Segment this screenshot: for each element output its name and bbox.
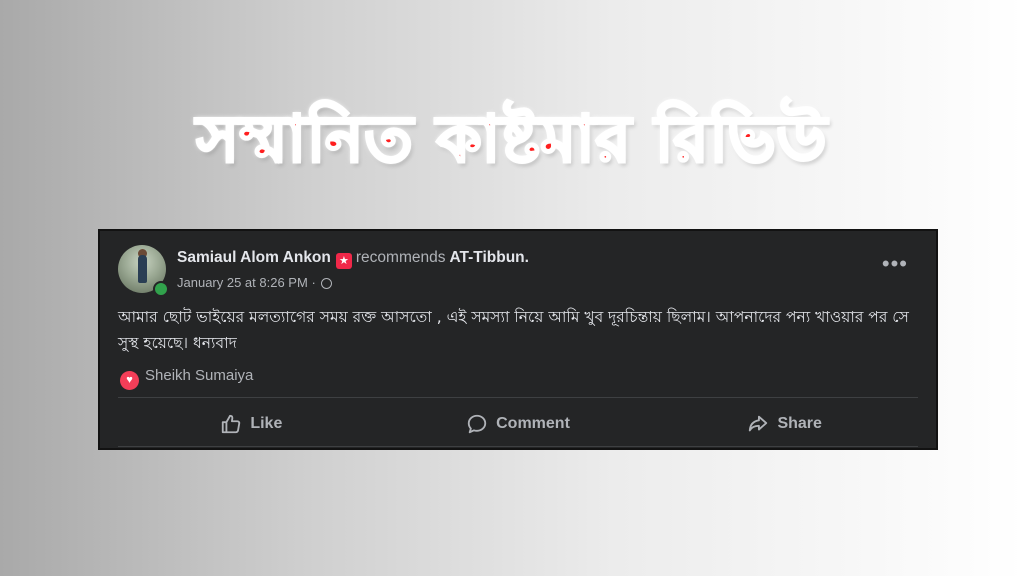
- facebook-post-card: Samiaul Alom Ankon ★ recommends AT-Tibbun. …: [98, 229, 938, 450]
- page-name-link[interactable]: AT-Tibbun.: [449, 249, 529, 266]
- online-status-icon: [153, 281, 169, 297]
- comment-button[interactable]: Comment: [385, 402, 652, 446]
- reaction-summary[interactable]: ♥ Sheikh Sumaiya: [120, 367, 253, 390]
- divider-bottom: [118, 446, 918, 447]
- post-timestamp[interactable]: January 25 at 8:26 PM: [177, 275, 308, 290]
- heart-reaction-icon: ♥: [120, 371, 139, 390]
- comment-label: Comment: [496, 415, 570, 432]
- reactor-name: Sheikh Sumaiya: [145, 367, 254, 384]
- like-button[interactable]: Like: [118, 402, 385, 446]
- post-actions: Like Comment Share: [118, 402, 918, 446]
- avatar-figure: [138, 255, 147, 283]
- share-button[interactable]: Share: [651, 402, 918, 446]
- post-body-text: আমার ছোট ভাইয়ের মলত্যাগের সময় রক্ত আসত…: [118, 308, 909, 352]
- meta-separator: ·: [311, 275, 316, 290]
- recommend-badge-icon: ★: [335, 253, 352, 269]
- post-header: Samiaul Alom Ankon ★ recommends AT-Tibbun.: [177, 249, 529, 269]
- comment-icon: [467, 414, 487, 434]
- recommends-text: recommends: [355, 249, 446, 266]
- post-meta: January 25 at 8:26 PM ·: [177, 275, 333, 290]
- globe-icon: [321, 278, 333, 289]
- like-icon: [222, 414, 241, 434]
- author-name[interactable]: Samiaul Alom Ankon: [177, 249, 331, 266]
- share-icon: [749, 415, 768, 432]
- divider-top: [118, 397, 918, 398]
- like-label: Like: [250, 415, 283, 432]
- share-label: Share: [777, 415, 822, 432]
- banner-title: সম্মানিত কাষ্টমার রিভিউ: [195, 102, 828, 179]
- more-options-icon[interactable]: •••: [882, 253, 908, 275]
